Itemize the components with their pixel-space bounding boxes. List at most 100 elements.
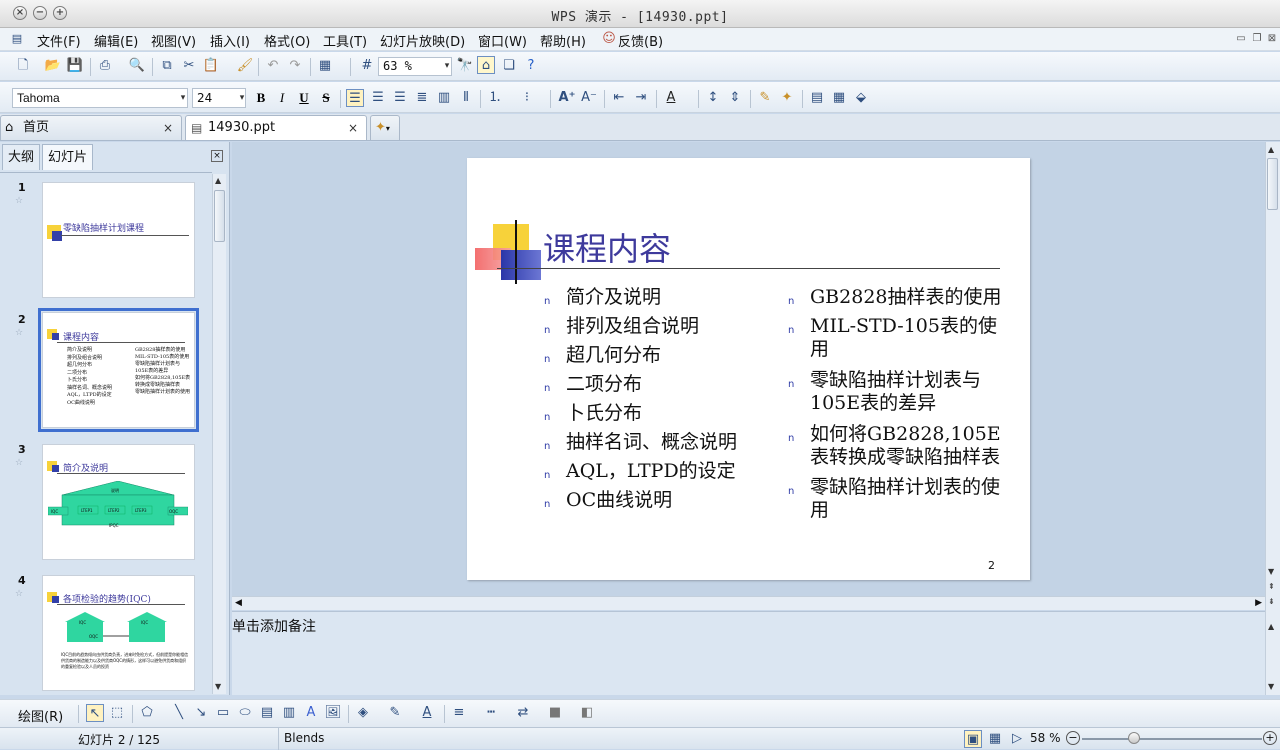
underline-button[interactable]: U bbox=[295, 89, 313, 107]
design-icon[interactable]: ▦ bbox=[830, 89, 848, 107]
align-center-icon[interactable]: ☰ bbox=[369, 89, 387, 107]
notes-placeholder[interactable]: 单击添加备注 bbox=[232, 616, 316, 636]
menu-feedback[interactable]: 反馈(B) bbox=[618, 31, 663, 50]
paragraph-spacing-icon[interactable]: ⇕ bbox=[726, 89, 744, 107]
ellipse-icon[interactable]: ⬭ bbox=[236, 704, 254, 722]
scroll-down-icon[interactable]: ▼ bbox=[1268, 682, 1274, 691]
slide-thumbnail-1[interactable]: 零缺陷抽样计划课程 bbox=[42, 182, 195, 298]
table-icon[interactable]: ▦ bbox=[316, 57, 334, 75]
canvas-vertical-scrollbar[interactable]: ▲ ▼ ⇞ ⇟ ▲ ▼ bbox=[1265, 142, 1280, 695]
home-icon[interactable]: ⌂ bbox=[477, 56, 495, 74]
decrease-indent-icon[interactable]: ⇤ bbox=[610, 89, 628, 107]
scroll-left-icon[interactable]: ◀ bbox=[235, 598, 242, 608]
menu-window[interactable]: 窗口(W) bbox=[478, 31, 527, 50]
line-style-icon[interactable]: ≡ bbox=[450, 704, 468, 722]
find-icon[interactable]: 🔭 bbox=[456, 57, 474, 75]
tab-home[interactable]: ⌂ 首页 × bbox=[0, 115, 182, 140]
scroll-up-icon[interactable]: ▲ bbox=[215, 176, 221, 185]
italic-button[interactable]: I bbox=[273, 89, 291, 107]
paste-icon[interactable]: 📋 bbox=[202, 57, 220, 75]
shapes-icon[interactable]: ⬠ bbox=[138, 704, 156, 722]
textbox-icon[interactable]: ▤ bbox=[258, 704, 276, 722]
tab-slides[interactable]: 幻灯片 bbox=[42, 144, 94, 170]
menu-format[interactable]: 格式(O) bbox=[264, 31, 310, 50]
format-painter-icon[interactable]: 🖌 bbox=[236, 57, 254, 75]
scroll-up-icon[interactable]: ▲ bbox=[1268, 622, 1274, 631]
close-icon[interactable]: × bbox=[348, 116, 358, 140]
horizontal-scrollbar[interactable]: ◀ ▶ bbox=[232, 596, 1265, 610]
slide-thumbnail-2[interactable]: 课程内容 简介及说明 排列及组合说明 超几何分布 二项分布 卜氏分布 抽样名词、概念说明 A… bbox=[38, 308, 199, 432]
line-color-icon[interactable]: ✎ bbox=[386, 704, 404, 722]
distribute-icon[interactable]: ▥ bbox=[435, 89, 453, 107]
current-slide[interactable]: 课程内容 n 简介及说明 n 排列及组合说明 n 超几何分布 n 二项分布 n … bbox=[467, 158, 1030, 580]
line-spacing-icon[interactable]: ↕ bbox=[704, 89, 722, 107]
picture-icon[interactable]: 🖼 bbox=[324, 704, 342, 722]
scroll-thumb[interactable] bbox=[214, 190, 225, 242]
normal-view-icon[interactable]: ▣ bbox=[964, 730, 982, 748]
scroll-thumb[interactable] bbox=[1267, 158, 1278, 210]
tab-outline[interactable]: 大纲 bbox=[2, 144, 41, 170]
arrow-icon[interactable]: ↘ bbox=[192, 704, 210, 722]
wordart-icon[interactable]: A bbox=[302, 704, 320, 722]
slide-thumbnail-4[interactable]: 各项检验的趋势(IQC) IQC IQC OQC IQC目前的趋势倾向由供货商负… bbox=[42, 575, 195, 691]
copy-icon[interactable]: ⧉ bbox=[158, 57, 176, 75]
scroll-right-icon[interactable]: ▶ bbox=[1255, 598, 1262, 608]
draw-menu-button[interactable]: 绘图(R) bbox=[18, 706, 63, 725]
zoom-in-icon[interactable]: + bbox=[1263, 731, 1277, 745]
color-scheme-icon[interactable]: ⬙ bbox=[852, 89, 870, 107]
notes-pane[interactable]: 单击添加备注 bbox=[232, 611, 1265, 695]
chevron-down-icon[interactable]: ▾ bbox=[438, 57, 456, 75]
slide-sorter-icon[interactable]: ▦ bbox=[986, 730, 1004, 748]
increase-indent-icon[interactable]: ⇥ bbox=[632, 89, 650, 107]
line-icon[interactable]: ╲ bbox=[170, 704, 188, 722]
font-color-icon[interactable]: A bbox=[418, 704, 436, 722]
menu-slideshow[interactable]: 幻灯片放映(D) bbox=[380, 31, 465, 50]
app-menu-icon[interactable]: ▤ bbox=[8, 30, 26, 48]
window-icon[interactable]: ❏ bbox=[500, 57, 518, 75]
layout-icon[interactable]: ▤ bbox=[808, 89, 826, 107]
print-icon[interactable]: ⎙ bbox=[96, 57, 114, 75]
print-preview-icon[interactable]: 🔍 bbox=[128, 57, 146, 75]
decrease-font-icon[interactable]: A⁻ bbox=[580, 89, 598, 107]
slideshow-icon[interactable]: ▷ bbox=[1008, 730, 1026, 748]
doc-close-icon[interactable]: ⊠ bbox=[1263, 30, 1280, 48]
chevron-down-icon[interactable]: ▾ bbox=[233, 89, 251, 107]
font-color-icon[interactable]: A bbox=[662, 89, 680, 107]
menu-view[interactable]: 视图(V) bbox=[151, 31, 196, 50]
increase-font-icon[interactable]: A⁺ bbox=[558, 89, 576, 107]
thumbnails-scrollbar[interactable]: ▲ ▼ bbox=[212, 174, 226, 694]
bold-button[interactable]: B bbox=[252, 89, 270, 107]
zoom-slider[interactable] bbox=[1082, 738, 1262, 740]
font-name-field[interactable]: Tahoma bbox=[12, 88, 188, 108]
shadow-button[interactable]: S bbox=[317, 89, 335, 107]
vertical-textbox-icon[interactable]: ▥ bbox=[280, 704, 298, 722]
scroll-down-icon[interactable]: ▼ bbox=[215, 682, 221, 691]
scroll-up-icon[interactable]: ▲ bbox=[1268, 145, 1274, 154]
menu-help[interactable]: 帮助(H) bbox=[540, 31, 586, 50]
new-slide-icon[interactable]: ✦ bbox=[778, 89, 796, 107]
select-arrow-icon[interactable]: ↖ bbox=[86, 704, 104, 722]
scroll-down-icon[interactable]: ▼ bbox=[1268, 567, 1274, 576]
next-slide-icon[interactable]: ⇟ bbox=[1268, 597, 1275, 606]
arrow-style-icon[interactable]: ⇄ bbox=[514, 704, 532, 722]
menu-insert[interactable]: 插入(I) bbox=[210, 31, 250, 50]
help-icon[interactable]: ? bbox=[522, 57, 540, 75]
close-pane-icon[interactable]: × bbox=[211, 150, 223, 162]
zoom-slider-thumb[interactable] bbox=[1128, 732, 1140, 744]
chevron-down-icon[interactable]: ▾ bbox=[174, 89, 192, 107]
columns-icon[interactable]: ⫴ bbox=[457, 89, 475, 107]
edit-slide-icon[interactable]: ✎ bbox=[756, 89, 774, 107]
grid-icon[interactable]: # bbox=[358, 57, 376, 75]
slide-title[interactable]: 课程内容 bbox=[543, 224, 671, 270]
menu-tools[interactable]: 工具(T) bbox=[323, 31, 367, 50]
slide-thumbnail-3[interactable]: 简介及说明 说明 IQC LTEP1 LTEP2 LTEP3 OQC IPQC bbox=[42, 444, 195, 560]
dash-style-icon[interactable]: ┅ bbox=[482, 704, 500, 722]
tab-document[interactable]: ▤ 14930.ppt × bbox=[185, 115, 367, 140]
new-tab-button[interactable]: ✦▾ bbox=[370, 115, 400, 140]
open-folder-icon[interactable]: 📂 bbox=[44, 57, 62, 75]
menu-file[interactable]: 文件(F) bbox=[37, 31, 81, 50]
zoom-out-icon[interactable]: − bbox=[1066, 731, 1080, 745]
select-objects-icon[interactable]: ⬚ bbox=[108, 704, 126, 722]
3d-icon[interactable]: ◧ bbox=[578, 704, 596, 722]
save-icon[interactable]: 💾 bbox=[66, 57, 84, 75]
